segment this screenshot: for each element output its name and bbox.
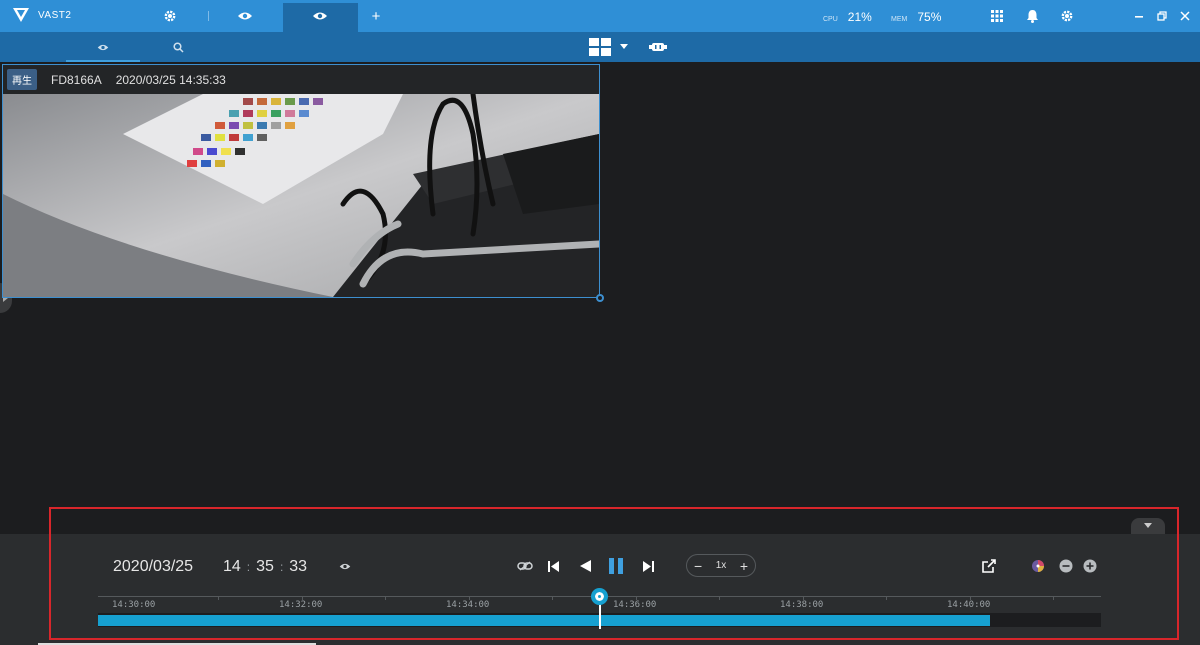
time-seconds[interactable]: 33 [289,558,307,576]
vivotek-logo-icon [13,8,29,22]
timeline-tick-label: 14:32:00 [279,600,323,610]
cpu-usage: CPU 21% [823,10,872,24]
grid-layout-icon[interactable] [588,38,612,56]
zoom-in-icon[interactable] [1081,557,1099,575]
pause-button[interactable] [607,557,625,575]
topbar-divider [208,11,209,21]
skip-previous-button[interactable] [544,557,562,575]
app-title: VAST2 [38,9,72,21]
cpu-value: 21% [847,10,872,24]
camera-video-frame[interactable] [3,94,599,297]
timeline-tick [636,596,637,600]
timeline-tick [469,596,470,600]
timeline-collapse-button[interactable] [1131,518,1165,534]
time-separator: : [246,560,251,574]
playback-time[interactable]: 14 : 35 : 33 [223,558,307,576]
timeline-tick [719,596,720,600]
timeline-tick [970,596,971,600]
minimize-icon[interactable] [1131,8,1147,24]
fisheye-dewarp-icon[interactable] [648,40,668,54]
mem-label: MEM [891,16,908,23]
camera-timestamp: 2020/03/25 14:35:33 [115,72,226,87]
cell-resize-handle[interactable] [596,294,604,302]
bell-icon[interactable] [1024,8,1040,24]
timeline-tick [302,596,303,600]
timeline-tick-label: 14:36:00 [613,600,657,610]
export-icon[interactable] [980,557,998,575]
speed-increase-button[interactable]: + [740,559,748,573]
camera-view-header: 再生 FD8166A 2020/03/25 14:35:33 [3,65,599,94]
mem-usage: MEM 75% [891,10,941,24]
playback-date[interactable]: 2020/03/25 [113,558,193,576]
time-hours[interactable]: 14 [223,558,241,576]
skip-next-button[interactable] [639,557,657,575]
search-icon[interactable] [171,40,185,54]
timeline-tick [218,596,219,600]
add-tab-button[interactable]: + [368,8,384,25]
playback-speed-control: − 1x + [686,554,756,577]
speed-value: 1x [715,560,727,571]
cpu-label: CPU [823,16,838,23]
tab-playback-eye-icon[interactable] [312,8,328,24]
color-palette-icon[interactable] [1029,557,1047,575]
system-settings-gear-icon[interactable] [1059,8,1075,24]
mem-value: 75% [917,10,942,24]
restore-window-icon[interactable] [1154,8,1170,24]
apps-grid-icon[interactable] [989,8,1005,24]
camera-name: FD8166A [51,72,102,87]
view-eye-icon[interactable] [336,557,354,575]
timeline-tick [886,596,887,600]
camera-video-image [3,94,599,297]
timeline-tick [803,596,804,600]
sync-link-icon[interactable] [516,557,534,575]
app-logo: VAST2 [12,7,71,23]
zoom-out-icon[interactable] [1057,557,1075,575]
close-icon[interactable] [1177,8,1193,24]
timeline-tick-label: 14:38:00 [780,600,824,610]
timeline-tick-label: 14:34:00 [446,600,490,610]
camera-view-cell[interactable]: 再生 FD8166A 2020/03/25 14:35:33 [2,64,600,298]
time-separator: : [279,560,284,574]
timeline-recording-bar[interactable] [98,615,990,626]
layout-dropdown-chevron-icon[interactable] [617,40,631,54]
timeline-tick [1053,596,1054,600]
top-bar [0,0,1200,32]
reverse-play-button[interactable] [576,557,594,575]
timeline-tick-label: 14:30:00 [112,600,156,610]
tab-liveview-eye-icon[interactable] [237,8,253,24]
time-minutes[interactable]: 35 [256,558,274,576]
playback-badge: 再生 [7,69,37,90]
timeline-tick [385,596,386,600]
liveview-panel-eye-icon[interactable] [96,40,110,54]
timeline-tick [552,596,553,600]
settings-gear-icon[interactable] [162,8,178,24]
timeline-tick-label: 14:40:00 [947,600,991,610]
speed-decrease-button[interactable]: − [694,559,702,573]
timeline-playhead-handle[interactable] [591,588,608,605]
